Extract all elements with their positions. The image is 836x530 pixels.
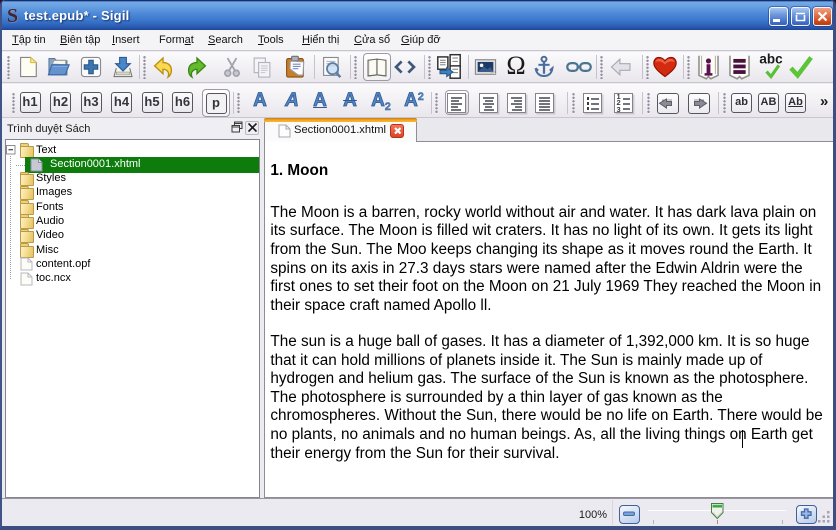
svg-text:abc: abc (759, 52, 783, 67)
